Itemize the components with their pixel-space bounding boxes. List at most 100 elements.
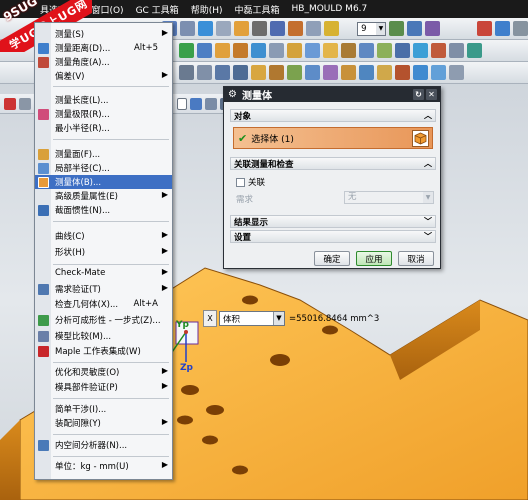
- sphere-icon[interactable]: [179, 43, 194, 58]
- assoc-checkbox[interactable]: [236, 177, 245, 187]
- section-view-icon[interactable]: [287, 21, 303, 36]
- unite-icon[interactable]: [341, 65, 356, 80]
- extrude-icon[interactable]: [233, 43, 248, 58]
- sew-icon[interactable]: [449, 43, 464, 58]
- project-icon[interactable]: [305, 65, 320, 80]
- wireframe-view-icon[interactable]: [179, 21, 195, 36]
- menu-item-examine-geometry[interactable]: 检查几何体(X)... Alt+A: [35, 297, 172, 311]
- menu-item-measure[interactable]: 测量(S) ▶: [35, 27, 172, 41]
- menu-hb-mould[interactable]: HB_MOULD M6.7: [292, 4, 368, 14]
- pocket-icon[interactable]: [305, 43, 320, 58]
- section-results-header[interactable]: 结果显示 ﹀: [230, 215, 436, 228]
- point-icon[interactable]: [233, 65, 248, 80]
- menu-item-measure-face[interactable]: 测量面(F)...: [35, 147, 172, 161]
- boss-icon[interactable]: [287, 43, 302, 58]
- menu-tool-options[interactable]: 具选项(P): [40, 3, 79, 16]
- gear-icon[interactable]: ⚙: [228, 89, 237, 100]
- snap-endpoint-icon[interactable]: [190, 97, 202, 110]
- menu-item-curve[interactable]: 曲线(C) ▶: [35, 229, 172, 243]
- plane-icon[interactable]: [251, 65, 266, 80]
- axis-icon[interactable]: [269, 65, 284, 80]
- replace-face-icon[interactable]: [377, 65, 392, 80]
- hole-icon[interactable]: [269, 43, 284, 58]
- chevron-down-icon[interactable]: ▼: [273, 312, 284, 325]
- selection-scope-dropdown[interactable]: [177, 97, 187, 110]
- subtract-icon[interactable]: [359, 65, 374, 80]
- select-body-row[interactable]: ✔ 选择体 (1): [233, 127, 433, 149]
- pattern-icon[interactable]: [395, 43, 410, 58]
- menu-item-inner-space-analyzer[interactable]: 内空间分析器(N)...: [35, 438, 172, 452]
- render-style-icon[interactable]: [233, 21, 249, 36]
- measure-type-select[interactable]: 体积 ▼: [219, 311, 285, 326]
- layer-spinner[interactable]: 9 ▼: [357, 21, 387, 36]
- delete-face-icon[interactable]: [395, 65, 410, 80]
- apply-button[interactable]: 应用: [356, 251, 392, 266]
- chevron-down-icon[interactable]: ▼: [376, 22, 386, 35]
- block-icon[interactable]: [215, 43, 230, 58]
- blend-icon[interactable]: [323, 43, 338, 58]
- camera-icon[interactable]: [305, 21, 321, 36]
- select-all-icon[interactable]: [19, 97, 31, 110]
- menu-item-model-compare[interactable]: 模型比较(M)...: [35, 329, 172, 343]
- shell-icon[interactable]: [359, 43, 374, 58]
- grid-icon[interactable]: [513, 21, 528, 36]
- offset-icon[interactable]: [467, 43, 482, 58]
- lighting-icon[interactable]: [323, 21, 339, 36]
- line-icon[interactable]: [179, 65, 194, 80]
- menu-item-mold-part-validation[interactable]: 模具部件验证(P) ▶: [35, 380, 172, 394]
- menu-item-units[interactable]: 单位：kg - mm(U) ▶: [35, 459, 172, 473]
- chevron-down-icon[interactable]: ﹀: [424, 231, 432, 242]
- menu-item-check-mate[interactable]: Check-Mate ▶: [35, 266, 172, 280]
- mirror-icon[interactable]: [413, 43, 428, 58]
- trim-icon[interactable]: [431, 43, 446, 58]
- menu-item-maple-integration[interactable]: Maple 工作表集成(W): [35, 344, 172, 358]
- chamfer-icon[interactable]: [341, 43, 356, 58]
- graphics-viewport[interactable]: Yp Zp 具选项(P) 窗口(O) GC 工具箱 帮助(H) 中磊工具箱 HB…: [0, 0, 528, 500]
- chevron-down-icon[interactable]: ▼: [423, 192, 433, 203]
- select-body-cube-icon[interactable]: [412, 129, 429, 147]
- menu-zhonglei-toolbox[interactable]: 中磊工具箱: [234, 3, 279, 16]
- menu-item-requirement-validation[interactable]: 需求验证(T) ▶: [35, 282, 172, 296]
- intersect-icon[interactable]: [323, 65, 338, 80]
- chevron-up-icon[interactable]: ︿: [424, 158, 432, 169]
- analyze-icon[interactable]: [449, 65, 464, 80]
- menu-help[interactable]: 帮助(H): [191, 3, 223, 16]
- menu-item-measure-limit[interactable]: 测量极限(R)...: [35, 107, 172, 121]
- orient-view-icon[interactable]: [197, 21, 213, 36]
- section-assoc-header[interactable]: 关联测量和检查 ︿: [230, 157, 436, 170]
- menu-item-measure-body[interactable]: 测量体(B)...: [35, 175, 172, 189]
- snap-midpoint-icon[interactable]: [205, 97, 217, 110]
- menu-item-shape[interactable]: 形状(H) ▶: [35, 245, 172, 259]
- wcs-icon[interactable]: [495, 21, 510, 36]
- menu-item-one-step-formability[interactable]: 分析可成形性 - 一步式(Z)...: [35, 313, 172, 327]
- revolve-icon[interactable]: [251, 43, 266, 58]
- menu-item-advanced-mass-properties[interactable]: 高级质量属性(E) ▶: [35, 189, 172, 203]
- menu-item-local-radius[interactable]: 局部半径(C)...: [35, 161, 172, 175]
- menu-item-section-inertia[interactable]: 截面惯性(N)...: [35, 203, 172, 217]
- layer-icon[interactable]: [251, 21, 267, 36]
- move-face-icon[interactable]: [413, 65, 428, 80]
- selection-filter-icon[interactable]: [4, 97, 16, 110]
- requirement-select[interactable]: 无 ▼: [344, 191, 434, 204]
- ok-button[interactable]: 确定: [314, 251, 350, 266]
- chevron-down-icon[interactable]: ﹀: [424, 216, 432, 227]
- menu-item-assembly-clearance[interactable]: 装配间隙(Y) ▶: [35, 416, 172, 430]
- move-layer-icon[interactable]: [389, 21, 405, 36]
- spline-icon[interactable]: [215, 65, 230, 80]
- measure-icon[interactable]: [431, 65, 446, 80]
- menu-item-measure-length[interactable]: 测量长度(L)...: [35, 93, 172, 107]
- blank-icon[interactable]: [425, 21, 441, 36]
- menu-window[interactable]: 窗口(O): [91, 3, 123, 16]
- readout-close-button[interactable]: X: [203, 310, 217, 327]
- menu-gc-toolbox[interactable]: GC 工具箱: [136, 3, 179, 16]
- close-icon[interactable]: ✕: [426, 89, 437, 100]
- draft-icon[interactable]: [377, 43, 392, 58]
- arc-icon[interactable]: [197, 65, 212, 80]
- fit-view-icon[interactable]: [215, 21, 231, 36]
- section-object-header[interactable]: 对象 ︿: [230, 109, 436, 122]
- cylinder-icon[interactable]: [197, 43, 212, 58]
- menu-item-optimization-sensitivity[interactable]: 优化和灵敏度(O) ▶: [35, 365, 172, 379]
- copy-layer-icon[interactable]: [407, 21, 423, 36]
- assoc-checkbox-row[interactable]: 关联: [236, 176, 265, 188]
- menu-item-measure-distance[interactable]: 测量距离(D)... Alt+5: [35, 41, 172, 55]
